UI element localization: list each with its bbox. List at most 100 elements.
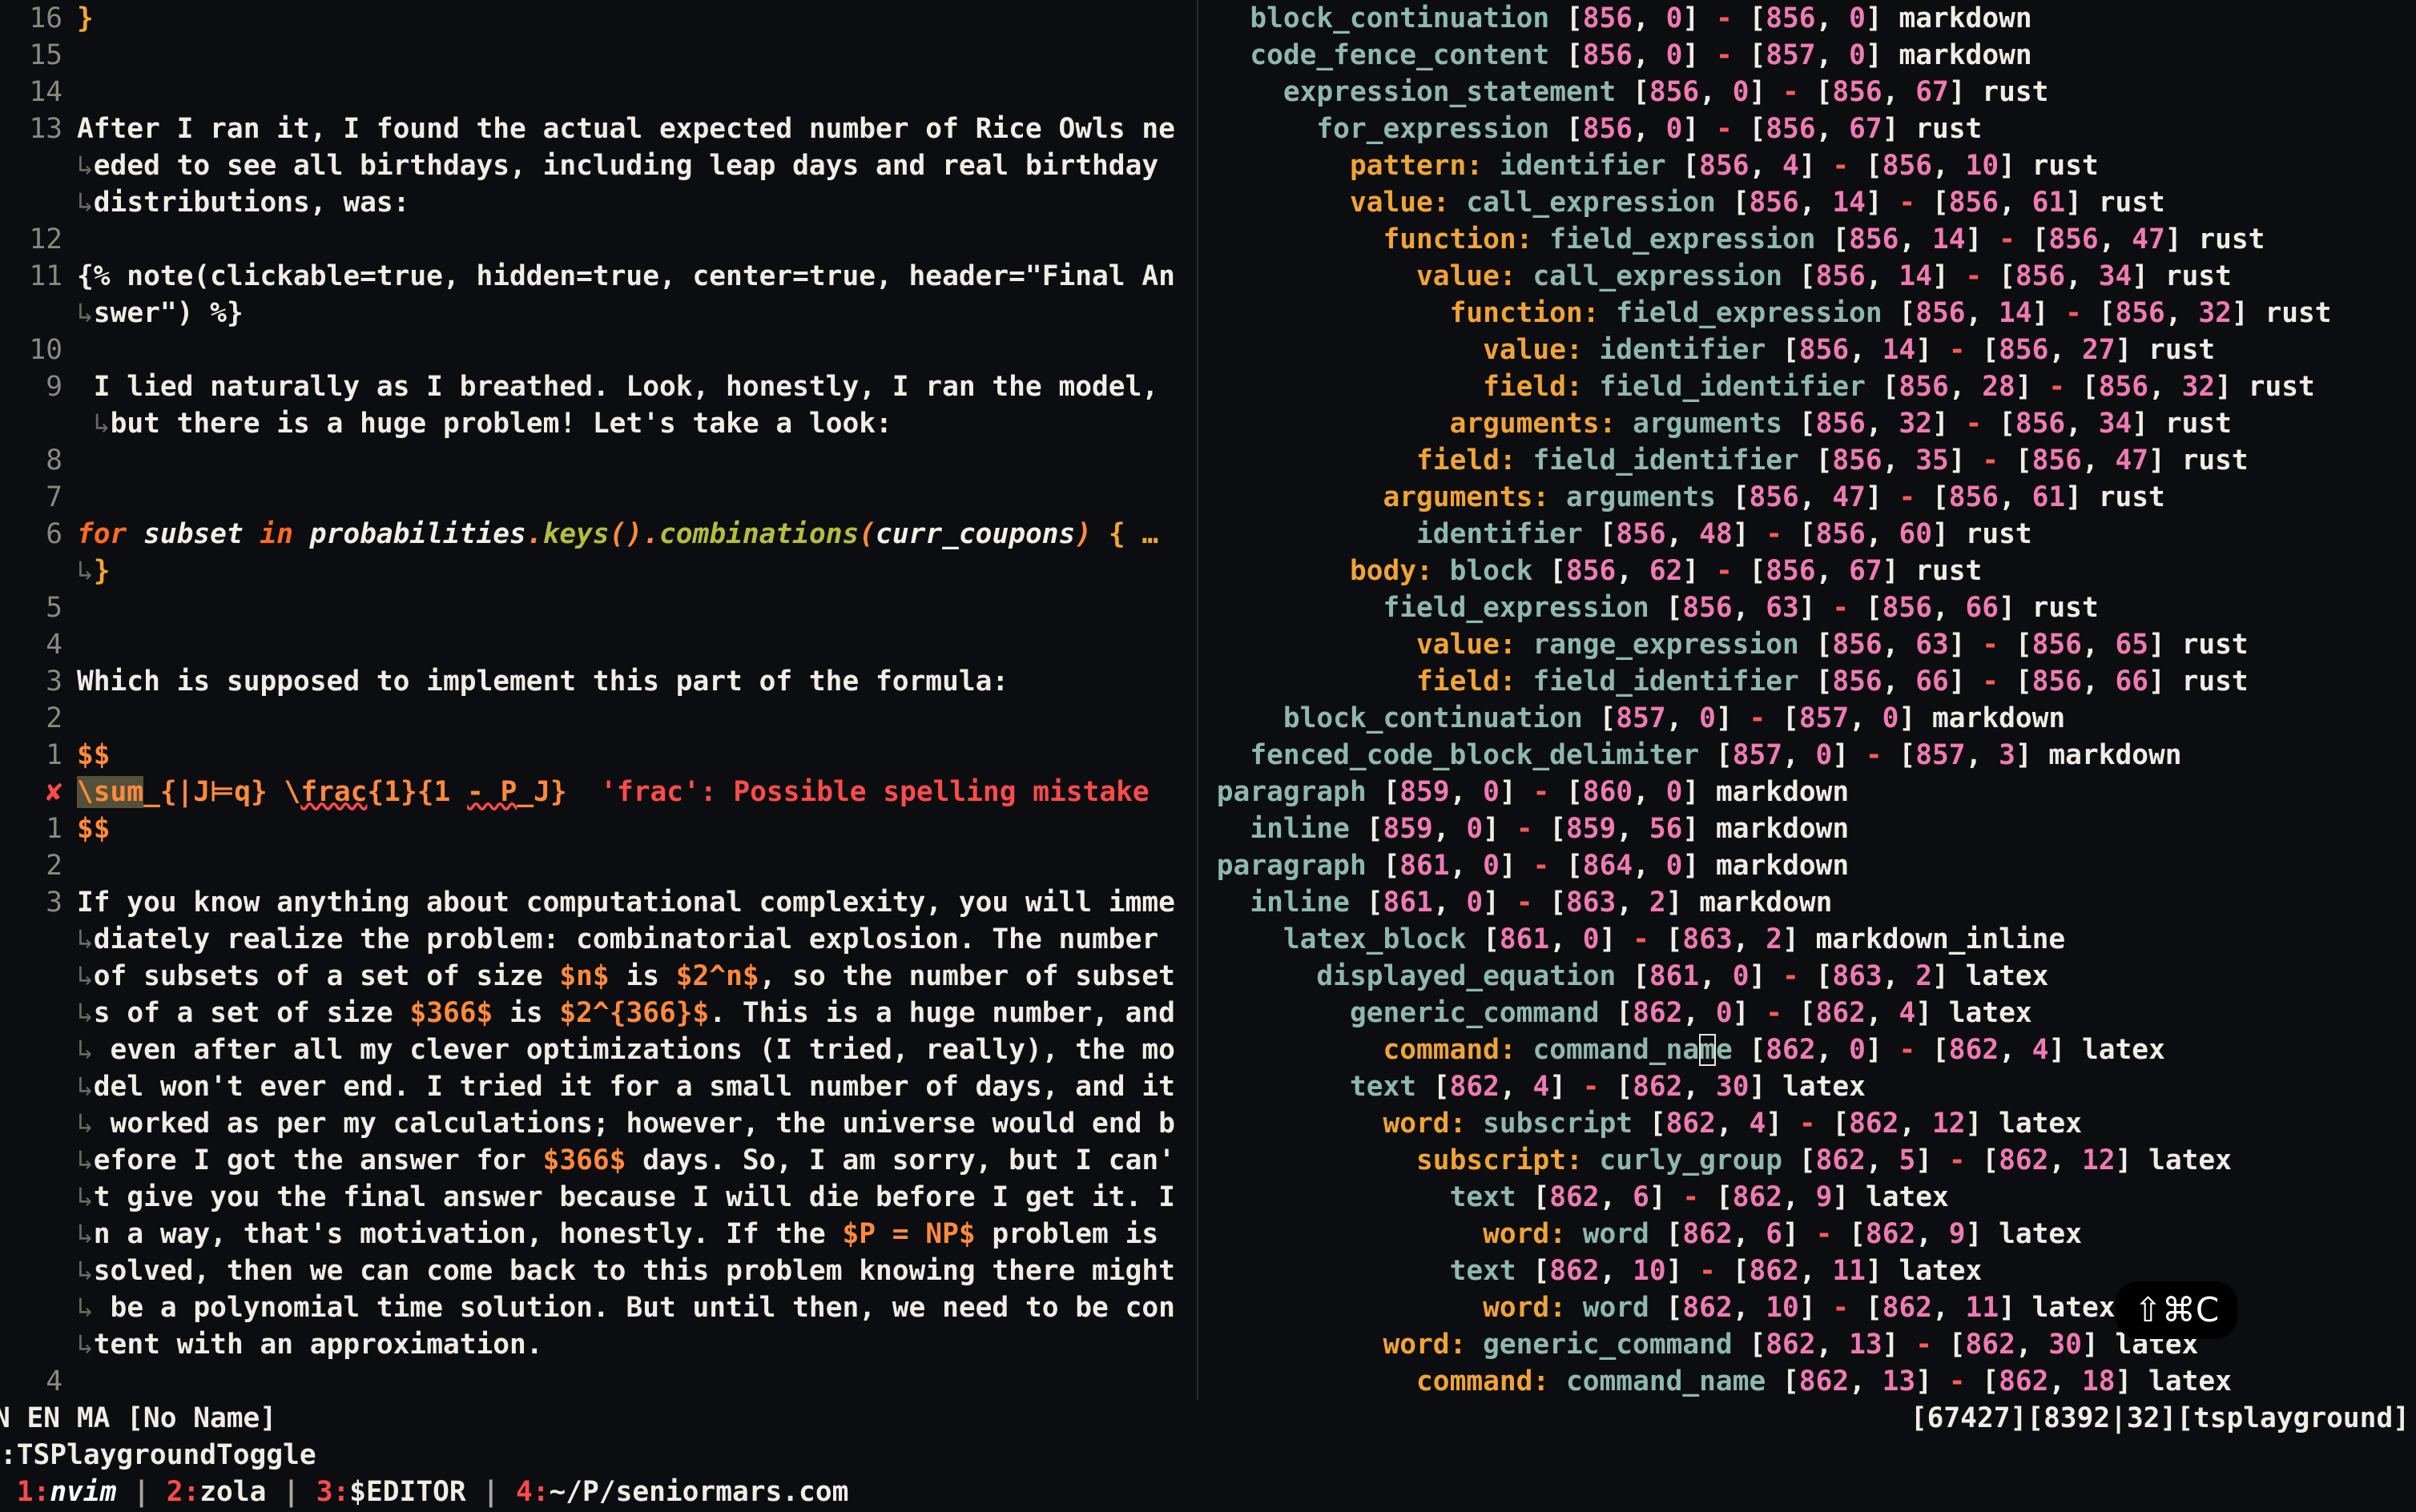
tmux-window-tab[interactable]: 4:~/P/seniormars.com	[516, 1476, 848, 1508]
node-range: [856, 47] - [856, 61]	[1733, 481, 2082, 513]
syntax-tree-node[interactable]: arguments: arguments [856, 47] - [856, 6…	[1200, 479, 2416, 516]
editor-line[interactable]: 7	[0, 479, 1197, 516]
editor-line[interactable]: 1 $$	[0, 810, 1197, 847]
syntax-tree-node[interactable]: value: identifier [856, 14] - [856, 27] …	[1200, 332, 2416, 368]
editor-line[interactable]: 4	[0, 1363, 1197, 1400]
range-punct: ,	[1665, 518, 1700, 550]
syntax-tree-node[interactable]: text [862, 6] - [862, 9] latex	[1200, 1179, 2416, 1216]
line-text: $$	[77, 813, 111, 845]
range-punct: ]	[1915, 1365, 1949, 1397]
field-name: body:	[1349, 555, 1433, 587]
editor-line[interactable]: 8	[0, 442, 1197, 479]
syntax-tree-node[interactable]: latex_block [861, 0] - [863, 2] markdown…	[1200, 921, 2416, 958]
range-punct: ]	[2132, 408, 2149, 440]
editor-line[interactable]: ↳n a way, that's motivation, honestly. I…	[0, 1216, 1197, 1253]
editor-line[interactable]: ↳tent with an approximation.	[0, 1326, 1197, 1363]
range-punct: ,	[1882, 960, 1916, 992]
syntax-tree-node[interactable]: identifier [856, 48] - [856, 60] rust	[1200, 516, 2416, 553]
editor-line[interactable]: ↳eded to see all birthdays, including le…	[0, 147, 1197, 184]
editor-line[interactable]: ↳ be a polynomial time solution. But unt…	[0, 1289, 1197, 1326]
editor-line[interactable]: ↳ even after all my clever optimizations…	[0, 1031, 1197, 1068]
editor-line[interactable]: ↳distributions, was:	[0, 184, 1197, 221]
syntax-tree-node[interactable]: arguments: arguments [856, 32] - [856, 3…	[1200, 405, 2416, 442]
editor-line[interactable]: ↳s of a set of size $366$ is $2^{366}$. …	[0, 995, 1197, 1031]
syntax-tree-node[interactable]: inline [861, 0] - [863, 2] markdown	[1200, 884, 2416, 921]
syntax-tree-node[interactable]: function: field_expression [856, 14] - […	[1200, 221, 2416, 258]
range-value: 856	[1815, 408, 1866, 440]
editor-line[interactable]: 6 for subset in probabilities.keys().comb…	[0, 516, 1197, 553]
syntax-tree-node[interactable]: expression_statement [856, 0] - [856, 67…	[1200, 74, 2416, 111]
syntax-tree-node[interactable]: value: call_expression [856, 14] - [856,…	[1200, 184, 2416, 221]
editor-line[interactable]: ↳}	[0, 553, 1197, 589]
syntax-tree-node[interactable]: subscript: curly_group [862, 5] - [862, …	[1200, 1142, 2416, 1179]
tmux-window-tab[interactable]: 3:$EDITOR	[316, 1476, 466, 1508]
range-punct: ]	[1932, 960, 1949, 992]
range-punct: ,	[1749, 150, 1783, 182]
editor-line[interactable]: 11 {% note(clickable=true, hidden=true, c…	[0, 258, 1197, 295]
editor-line[interactable]: 3 Which is supposed to implement this par…	[0, 663, 1197, 700]
treesitter-playground-pane[interactable]: block_continuation [856, 0] - [856, 0] m…	[1200, 0, 2416, 1400]
editor-line[interactable]: 12	[0, 221, 1197, 258]
syntax-tree-node[interactable]: field: field_identifier [856, 66] - [856…	[1200, 663, 2416, 700]
editor-line[interactable]: 2	[0, 700, 1197, 737]
editor-line[interactable]: ↳but there is a huge problem! Let's take…	[0, 405, 1197, 442]
tmux-window-tab[interactable]: 2:zola	[167, 1476, 267, 1508]
range-punct: ,	[1932, 1292, 1966, 1324]
editor-line[interactable]: 4	[0, 626, 1197, 663]
editor-line[interactable]: ↳swer") %}	[0, 295, 1197, 332]
editor-line[interactable]: 15	[0, 37, 1197, 74]
syntax-tree-node[interactable]: body: block [856, 62] - [856, 67] rust	[1200, 553, 2416, 589]
syntax-tree-node[interactable]: field: field_identifier [856, 35] - [856…	[1200, 442, 2416, 479]
editor-line[interactable]: ↳diately realize the problem: combinator…	[0, 921, 1197, 958]
syntax-tree-node[interactable]: field_expression [856, 63] - [856, 66] r…	[1200, 589, 2416, 626]
field-name: function:	[1449, 297, 1600, 329]
range-punct: ]	[1798, 1292, 1833, 1324]
syntax-tree-node[interactable]: code_fence_content [856, 0] - [857, 0] m…	[1200, 37, 2416, 74]
syntax-tree-node[interactable]: for_expression [856, 0] - [856, 67] rust	[1200, 111, 2416, 147]
syntax-tree-node[interactable]: displayed_equation [861, 0] - [863, 2] l…	[1200, 958, 2416, 995]
syntax-tree-node[interactable]: function: field_expression [856, 14] - […	[1200, 295, 2416, 332]
syntax-tree-node[interactable]: command: command_name [862, 13] - [862, …	[1200, 1363, 2416, 1400]
range-dash: -	[1948, 334, 1966, 366]
range-punct: ,	[2081, 666, 2116, 698]
syntax-tree-node[interactable]: generic_command [862, 0] - [862, 4] late…	[1200, 995, 2416, 1031]
pane-divider[interactable]	[1197, 0, 1198, 1400]
editor-line[interactable]: ↳efore I got the answer for $366$ days. …	[0, 1142, 1197, 1179]
editor-line[interactable]: 1 $$	[0, 737, 1197, 774]
syntax-tree-node[interactable]: fenced_code_block_delimiter [857, 0] - […	[1200, 737, 2416, 774]
editor-line[interactable]: ↳of subsets of a set of size $n$ is $2^n…	[0, 958, 1197, 995]
range-value: 856	[1566, 555, 1617, 587]
editor-line[interactable]: ✘ \sum_{|J⊨q} \frac{1}{1 - P_J} 'frac': P…	[0, 774, 1197, 810]
editor-line[interactable]: ↳del won't ever end. I tried it for a sm…	[0, 1068, 1197, 1105]
editor-left-pane[interactable]: 16} 15 14 13 After I ran it, I found the act…	[0, 0, 1197, 1400]
editor-line[interactable]: 5	[0, 589, 1197, 626]
editor-line[interactable]: 13 After I ran it, I found the actual exp…	[0, 111, 1197, 147]
node-range: [861, 0] - [863, 2]	[1483, 923, 1799, 955]
syntax-tree-node[interactable]: value: range_expression [856, 63] - [856…	[1200, 626, 2416, 663]
syntax-tree-node[interactable]: pattern: identifier [856, 4] - [856, 10]…	[1200, 147, 2416, 184]
syntax-tree-node[interactable]: inline [859, 0] - [859, 56] markdown	[1200, 810, 2416, 847]
syntax-tree-node[interactable]: word: generic_command [862, 13] - [862, …	[1200, 1326, 2416, 1363]
syntax-tree-node[interactable]: command: command_name [862, 0] - [862, 4…	[1200, 1031, 2416, 1068]
syntax-tree-node[interactable]: paragraph [859, 0] - [860, 0] markdown	[1200, 774, 2416, 810]
syntax-tree-node[interactable]: value: call_expression [856, 14] - [856,…	[1200, 258, 2416, 295]
editor-line[interactable]: 10	[0, 332, 1197, 368]
syntax-tree-node[interactable]: paragraph [861, 0] - [864, 0] markdown	[1200, 847, 2416, 884]
editor-line[interactable]: 9 I lied naturally as I breathed. Look, …	[0, 368, 1197, 405]
editor-line[interactable]: 14	[0, 74, 1197, 111]
syntax-tree-node[interactable]: text [862, 10] - [862, 11] latex	[1200, 1253, 2416, 1289]
editor-line[interactable]: ↳ worked as per my calculations; however…	[0, 1105, 1197, 1142]
editor-line[interactable]: 16}	[0, 0, 1197, 37]
syntax-tree-node[interactable]: block_continuation [856, 0] - [856, 0] m…	[1200, 0, 2416, 37]
editor-line[interactable]: ↳t give you the final answer because I w…	[0, 1179, 1197, 1216]
syntax-tree-node[interactable]: text [862, 4] - [862, 30] latex	[1200, 1068, 2416, 1105]
editor-line[interactable]: 3 If you know anything about computationa…	[0, 884, 1197, 921]
syntax-tree-node[interactable]: word: word [862, 6] - [862, 9] latex	[1200, 1216, 2416, 1253]
editor-line[interactable]: ↳solved, then we can come back to this p…	[0, 1253, 1197, 1289]
command-line[interactable]: :TSPlaygroundToggle	[0, 1437, 316, 1474]
syntax-tree-node[interactable]: block_continuation [857, 0] - [857, 0] m…	[1200, 700, 2416, 737]
tmux-window-tab[interactable]: 1:nvim	[17, 1476, 117, 1508]
syntax-tree-node[interactable]: word: subscript [862, 4] - [862, 12] lat…	[1200, 1105, 2416, 1142]
editor-line[interactable]: 2	[0, 847, 1197, 884]
syntax-tree-node[interactable]: field: field_identifier [856, 28] - [856…	[1200, 368, 2416, 405]
